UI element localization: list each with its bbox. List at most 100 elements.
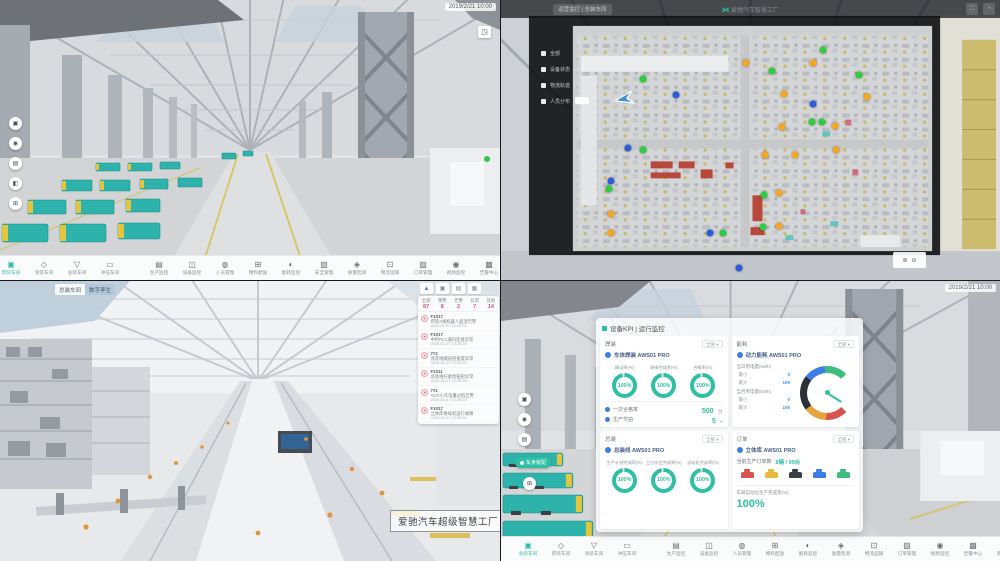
toolbar-item[interactable]: ◈ 质量检测 [341, 260, 374, 276]
alarm-list-item[interactable]: ✶ 7#1 AGV小车电量过低告警 2019-01-07 12:25:28 [418, 386, 499, 405]
alarm-tab-button[interactable]: ▤ [452, 283, 465, 294]
map-status-dot[interactable] [832, 123, 839, 130]
toolbar-item[interactable]: ◐ 能耗监控 [792, 541, 825, 557]
zoom-in-icon[interactable]: ⊕ [902, 257, 907, 264]
station-label-pill[interactable]: 车身装配 [515, 457, 551, 468]
toolbar-item[interactable]: ▽ 涂装车间 [578, 541, 611, 557]
station-pin-button[interactable]: ◉ [518, 413, 531, 426]
map-status-dot[interactable] [762, 152, 769, 159]
toolbar-item[interactable]: ▤ 生产监控 [143, 260, 176, 276]
toolbar-item[interactable]: ⊡ 物流运输 [858, 541, 891, 557]
map-status-dot[interactable] [761, 192, 768, 199]
toolbar-item[interactable]: ▣ 焊装车间 [0, 260, 28, 276]
toolbar-item[interactable]: ▤ 生产监控 [660, 541, 693, 557]
card-filter-select[interactable]: 全部 ▾ [833, 340, 854, 348]
toolbar-item[interactable]: ◫ 设备监控 [176, 260, 209, 276]
map-status-dot[interactable] [640, 147, 647, 154]
station-pin-button[interactable]: ◉ [9, 137, 22, 150]
alarm-list-item[interactable]: ✶ F1017 中控PLC通讯连接异常 2019-01-07 12:25:28 [418, 331, 499, 350]
toolbar-item[interactable]: ◉ 视频监控 [440, 260, 473, 276]
toolbar-item[interactable]: ▩ 告警中心 [957, 541, 990, 557]
map-status-dot[interactable] [736, 265, 743, 272]
card-filter-select[interactable]: 全部 ▾ [833, 435, 854, 443]
map-status-dot[interactable] [776, 223, 783, 230]
map-status-dot[interactable] [640, 76, 647, 83]
alarm-tab-button[interactable]: ▲ [420, 283, 433, 294]
toolbar-item[interactable]: ◉ 视频监控 [924, 541, 957, 557]
map-corner-control[interactable]: ⊕ ⊖ [893, 252, 926, 268]
toolbar-item[interactable]: ⊡ 物流运输 [374, 260, 407, 276]
map-status-dot[interactable] [820, 47, 827, 54]
map-zoom-control[interactable] [575, 97, 589, 104]
view-mode-chip[interactable]: 运营监控 | 总装车间 [553, 4, 612, 15]
map-status-dot[interactable] [608, 230, 615, 237]
checkbox-icon[interactable] [541, 51, 546, 56]
alarm-list-item[interactable]: ✶ F1017 焊装A线机器人超温告警 2019-01-07 12:25:28 [418, 312, 499, 331]
alarm-list-item[interactable]: ✶ 7#1 冲压线压机压力异常 2019-01-07 12:25:28 [418, 423, 499, 424]
toolbar-item[interactable]: ⊞ 物料配送 [242, 260, 275, 276]
map-status-dot[interactable] [720, 230, 727, 237]
toolbar-item[interactable]: ▭ 冲压车间 [611, 541, 644, 557]
card-filter-select[interactable]: 全部 ▾ [702, 435, 723, 443]
station-pin-button[interactable]: ▤ [9, 157, 22, 170]
toolbar-item[interactable]: ◍ 人员管理 [726, 541, 759, 557]
toolbar-item[interactable]: ⊞ 物料配送 [759, 541, 792, 557]
toolbar-item[interactable]: ▩ 告警中心 [473, 260, 501, 276]
map-status-dot[interactable] [833, 147, 840, 154]
toolbar-item[interactable]: ◐ 能耗监控 [275, 260, 308, 276]
map-status-dot[interactable] [810, 101, 817, 108]
card-filter-select[interactable]: 全部 ▾ [702, 340, 723, 348]
checkbox-icon[interactable] [541, 83, 546, 88]
toolbar-item[interactable]: ⋈ 主页 [501, 541, 512, 557]
alarm-stat[interactable]: 全部 87 [418, 298, 434, 310]
station-pin-button[interactable]: ▣ [9, 117, 22, 130]
station-pin-button[interactable]: ▣ [518, 393, 531, 406]
toolbar-item[interactable]: ▨ 订单管理 [891, 541, 924, 557]
station-pin-button[interactable]: ⊞ [9, 197, 22, 210]
alarm-tab-button[interactable]: ▣ [436, 283, 449, 294]
layer-filter-item[interactable]: 全部 [541, 50, 570, 57]
map-status-dot[interactable] [608, 211, 615, 218]
map-status-dot[interactable] [781, 91, 788, 98]
toolbar-item[interactable]: ▭ 冲压车间 [94, 260, 127, 276]
alarm-stat[interactable]: 异常 7 [467, 298, 483, 310]
checkbox-icon[interactable] [541, 67, 546, 72]
station-pin-button[interactable]: ⊞ [523, 477, 536, 490]
station-pin-button[interactable]: ◧ [9, 177, 22, 190]
map-status-dot[interactable] [810, 60, 817, 67]
map-status-dot[interactable] [856, 72, 863, 79]
map-status-dot[interactable] [819, 119, 826, 126]
toolbar-item[interactable]: ⊠ 系统设置 [990, 541, 1000, 557]
map-status-dot[interactable] [760, 224, 767, 231]
checkbox-icon[interactable] [541, 99, 546, 104]
alarm-stat[interactable]: 预警 8 [434, 298, 450, 310]
toolbar-item[interactable]: ◫ 设备监控 [693, 541, 726, 557]
map-status-dot[interactable] [864, 94, 871, 101]
fullscreen-button[interactable]: ⛶ [966, 3, 978, 15]
alarm-stat[interactable]: 告警 2 [450, 298, 466, 310]
map-status-dot[interactable] [625, 145, 632, 152]
map-status-dot[interactable] [776, 190, 783, 197]
toolbar-item[interactable]: ▣ 总装车间 [512, 541, 545, 557]
map-status-dot[interactable] [769, 68, 776, 75]
toolbar-item[interactable]: ▨ 订单管理 [407, 260, 440, 276]
settings-button[interactable]: ◔ [983, 3, 995, 15]
layer-filter-item[interactable]: 人员分布 [541, 98, 570, 105]
layer-filter-item[interactable]: 设备状态 [541, 66, 570, 73]
zoom-out-icon[interactable]: ⊖ [912, 257, 917, 264]
alarm-list-item[interactable]: ✶ 7#2 涂装线输送链速度异常 2019-01-07 12:25:28 [418, 349, 499, 368]
alarm-tab-button[interactable]: ▦ [468, 283, 481, 294]
map-status-dot[interactable] [792, 152, 799, 159]
alarm-list-item[interactable]: ✶ F1017 立体库堆垛机运行故障 2019-01-07 12:25:28 [418, 405, 499, 424]
alarm-list[interactable]: ✶ F1017 焊装A线机器人超温告警 2019-01-07 12:25:28 … [418, 312, 499, 424]
toolbar-item[interactable]: ▧ 安全管理 [308, 260, 341, 276]
map-status-dot[interactable] [779, 124, 786, 131]
toolbar-item[interactable]: ◇ 涂装车间 [28, 260, 61, 276]
toolbar-item[interactable]: ◈ 质量检测 [825, 541, 858, 557]
layer-filter-item[interactable]: 物流轨迹 [541, 82, 570, 89]
toolbar-item[interactable]: ◇ 焊装车间 [545, 541, 578, 557]
map-status-dot[interactable] [707, 230, 714, 237]
alarm-stat[interactable]: 其他 14 [483, 298, 499, 310]
toolbar-item[interactable]: ▽ 总装车间 [61, 260, 94, 276]
map-status-dot[interactable] [743, 60, 750, 67]
